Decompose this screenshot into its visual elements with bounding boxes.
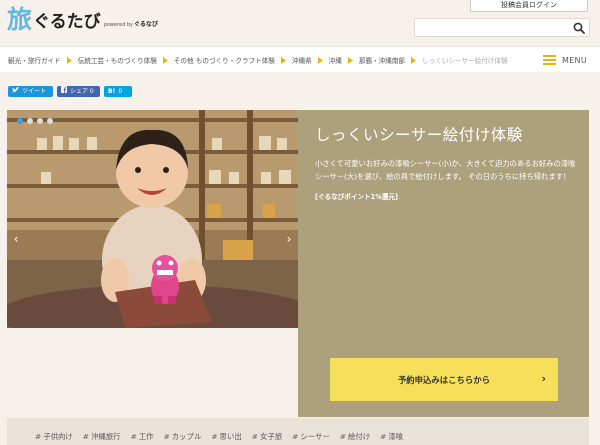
slide-indicators [17, 118, 53, 124]
tag-label: 思い出 [219, 432, 242, 441]
breadcrumb-item-okinawa-prefecture[interactable]: 沖縄県 [292, 55, 312, 65]
slide-dot[interactable] [27, 118, 33, 124]
slideshow-photo: ‹ › [7, 110, 298, 328]
hashtag-icon: # [339, 432, 346, 441]
hatena-bookmark-button[interactable]: B! 0 [104, 86, 132, 97]
hashtag-icon: # [251, 432, 258, 441]
tag-label: 沖縄旅行 [90, 432, 121, 441]
logo-brand: ぐるなび [134, 21, 158, 28]
tag-item[interactable]: # 女子旅 [252, 431, 282, 442]
chevron-right-icon [280, 56, 286, 64]
chevron-right-icon [162, 56, 168, 64]
hatena-count: 0 [118, 88, 123, 95]
breadcrumb-bar: 観光・旅行ガイド 伝統工芸・ものづくり体験 その他 ものづくり・クラフト体験 沖… [0, 46, 600, 72]
member-login-button[interactable]: 投稿会員ログイン [470, 0, 588, 12]
hashtag-icon: # [130, 432, 137, 441]
menu-button[interactable]: MENU [543, 54, 587, 66]
reservation-button-label: 予約申込みはこちらから [397, 374, 491, 385]
breadcrumb-item-naha-south[interactable]: 那覇・沖縄南部 [359, 55, 405, 65]
share-buttons: ツイート シェア 0 B! 0 [8, 86, 132, 97]
breadcrumb-item-traditional-crafts[interactable]: 伝統工芸・ものづくり体験 [78, 55, 157, 65]
page-title: しっくいシーサー絵付け体験 [315, 126, 523, 144]
facebook-share-button[interactable]: シェア 0 [57, 86, 100, 97]
site-logo[interactable]: 旅 ぐるたび powered by ぐるなび [7, 6, 158, 34]
child-holding-shisa-photo [7, 110, 298, 328]
chevron-right-icon [347, 56, 353, 64]
facebook-share-label: シェア 0 [70, 88, 94, 95]
hashtag-icon: # [211, 432, 218, 441]
tag-item[interactable]: # 漆喰 [380, 431, 403, 442]
tag-label: シーサー [300, 432, 330, 441]
hatena-bookmark-icon: B! [108, 88, 116, 95]
slide-dot[interactable] [47, 118, 53, 124]
tag-label: 漆喰 [388, 432, 404, 441]
slide-dot[interactable] [37, 118, 43, 124]
chevron-right-icon: › [541, 372, 546, 385]
tag-item[interactable]: # 子供向け [35, 431, 73, 442]
breadcrumb-item-travel-guide[interactable]: 観光・旅行ガイド [8, 55, 61, 65]
previous-slide-arrow-icon[interactable]: ‹ [11, 232, 21, 246]
experience-description: 小さくて可愛いお好みの漆喰シーサー(小)か、大きくて迫力のあるお好みの漆喰シーサ… [315, 159, 576, 181]
facebook-icon [61, 86, 67, 97]
breadcrumb-item-okinawa[interactable]: 沖縄 [329, 55, 342, 65]
tag-list: # 子供向け # 沖縄旅行 # 工作 # カップル # 思い出 # 女子旅 # シーサー # 絵… [35, 431, 403, 442]
twitter-bird-icon [12, 86, 19, 97]
hashtag-icon: # [163, 432, 170, 441]
points-badge: [ぐるなびポイント1%還元] [315, 193, 399, 201]
hashtag-icon: # [35, 432, 42, 441]
hashtag-icon: # [82, 432, 89, 441]
tag-item[interactable]: # シーサー [292, 431, 330, 442]
tag-label: 絵付け [347, 432, 371, 441]
slide-dot[interactable] [17, 118, 23, 124]
hashtag-icon: # [380, 432, 387, 441]
tweet-button[interactable]: ツイート [8, 86, 53, 97]
tag-label: 子供向け [43, 432, 73, 441]
chevron-right-icon [411, 56, 417, 64]
chevron-right-icon [66, 56, 72, 64]
tag-item[interactable]: # 思い出 [211, 431, 241, 442]
photo-below-area [7, 328, 298, 417]
next-slide-arrow-icon[interactable]: › [284, 232, 294, 246]
experience-info: しっくいシーサー絵付け体験 小さくて可愛いお好みの漆喰シーサー(小)か、大きくて… [315, 124, 581, 201]
breadcrumb-item-current: しっくいシーサー絵付け体験 [422, 57, 508, 65]
tag-label: 女子旅 [259, 432, 283, 441]
reservation-button[interactable]: 予約申込みはこちらから › [330, 358, 558, 401]
logo-kana: ぐるたび [33, 12, 101, 32]
tag-item[interactable]: # カップル [164, 431, 202, 442]
site-header: 旅 ぐるたび powered by ぐるなび 投稿会員ログイン [0, 0, 600, 44]
menu-label: MENU [562, 55, 587, 65]
logo-powered-by: powered by [103, 22, 134, 28]
chevron-right-icon [317, 56, 323, 64]
tag-item[interactable]: # 絵付け [340, 431, 370, 442]
tag-label: カップル [171, 432, 202, 441]
search-icon[interactable] [573, 22, 585, 34]
tag-item[interactable]: # 工作 [131, 431, 154, 442]
tag-label: 工作 [138, 432, 154, 441]
breadcrumb-item-other-crafts[interactable]: その他 ものづくり・クラフト体験 [174, 55, 275, 65]
search-box [414, 18, 590, 40]
hashtag-icon: # [292, 432, 299, 441]
breadcrumb: 観光・旅行ガイド 伝統工芸・ものづくり体験 その他 ものづくり・クラフト体験 沖… [8, 47, 508, 73]
logo-kanji: 旅 [7, 5, 32, 34]
search-input[interactable] [415, 23, 565, 40]
tag-bar: # 子供向け # 沖縄旅行 # 工作 # カップル # 思い出 # 女子旅 # シーサー # 絵… [7, 418, 589, 445]
tag-item[interactable]: # 沖縄旅行 [83, 431, 121, 442]
hamburger-icon [543, 53, 556, 67]
tweet-label: ツイート [22, 88, 47, 95]
